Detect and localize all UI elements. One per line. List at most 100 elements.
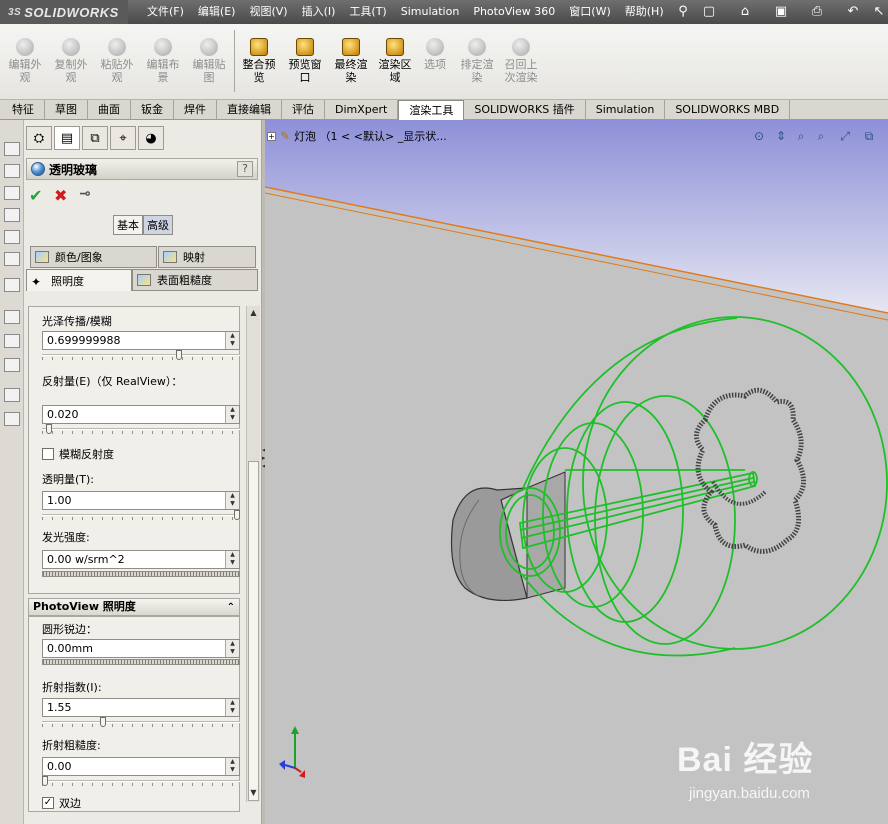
tab-features[interactable]: 特征 [2, 100, 45, 120]
menu-simulation[interactable]: Simulation [394, 0, 467, 24]
tab-color-image[interactable]: 颜色/图象 [30, 246, 157, 268]
emission-slider[interactable] [42, 571, 240, 577]
section-view-icon[interactable]: ⤢ [837, 128, 853, 144]
menu-photoview[interactable]: PhotoView 360 [466, 0, 562, 24]
fillet-icon[interactable] [4, 252, 20, 266]
tab-illumination[interactable]: ✦ 照明度 [26, 269, 132, 291]
emission-spinner[interactable]: ▲ ▼ [225, 551, 239, 568]
reflectance-slider[interactable] [42, 424, 240, 434]
gloss-slider[interactable] [42, 350, 240, 360]
edit-decal-button[interactable]: 编辑贴图 [188, 34, 230, 84]
expand-tree-icon[interactable]: + [267, 131, 276, 141]
scrollbar-thumb[interactable] [248, 461, 259, 801]
menu-file[interactable]: 文件(F) [140, 0, 191, 24]
menu-view[interactable]: 视图(V) [242, 0, 294, 24]
options-button[interactable]: 选项 [414, 34, 456, 71]
transparency-slider-knob[interactable] [234, 510, 240, 520]
select-icon[interactable]: ↖ [870, 3, 888, 21]
refraction-index-spinner[interactable]: ▲ ▼ [225, 699, 239, 716]
sweep-icon[interactable] [4, 186, 20, 200]
display-manager-tab-icon[interactable]: ◕ [138, 126, 164, 150]
view-front-icon[interactable]: ⊙ [751, 128, 767, 144]
gloss-spinner[interactable]: ▲ ▼ [225, 332, 239, 349]
refraction-index-slider[interactable] [42, 717, 240, 727]
new-document-icon[interactable]: ▢ [700, 3, 718, 21]
loft-icon[interactable] [4, 208, 20, 222]
smart-dimension-icon[interactable] [4, 334, 20, 348]
reflectance-spinner[interactable]: ▲ ▼ [225, 406, 239, 423]
reflectance-slider-knob[interactable] [46, 424, 52, 434]
integrated-preview-button[interactable]: 整合预览 [238, 34, 280, 84]
tab-direct-editing[interactable]: 直接编辑 [217, 100, 282, 120]
edit-appearance-button[interactable]: 编辑外观 [4, 34, 46, 84]
zoom-to-fit-icon[interactable]: ⌕ [793, 128, 809, 144]
refraction-roughness-spinner[interactable]: ▲ ▼ [225, 758, 239, 775]
menu-edit[interactable]: 编辑(E) [191, 0, 243, 24]
scroll-down-icon[interactable]: ▼ [248, 788, 259, 800]
curves-icon[interactable] [4, 388, 20, 402]
tab-render-tools[interactable]: 渲染工具 [398, 100, 465, 120]
blurry-reflection-checkbox[interactable]: 模糊反射度 [42, 446, 114, 462]
double-sided-check[interactable]: ✓ [42, 797, 54, 809]
gloss-input[interactable]: 0.699999988 ▲ ▼ [42, 331, 240, 350]
blurry-reflection-check[interactable] [42, 448, 54, 460]
collapse-icon[interactable]: ⌃ [227, 600, 235, 616]
round-edges-slider[interactable] [42, 659, 240, 665]
refraction-index-input[interactable]: 1.55 ▲ ▼ [42, 698, 240, 717]
refraction-roughness-input[interactable]: 0.00 ▲ ▼ [42, 757, 240, 776]
ok-button[interactable]: ✔ [29, 186, 42, 205]
pattern-icon[interactable] [4, 278, 20, 292]
paste-appearance-button[interactable]: 粘贴外观 [96, 34, 138, 84]
tab-mapping[interactable]: 映射 [158, 246, 256, 268]
dimxpert-manager-tab-icon[interactable]: ⌖ [110, 126, 136, 150]
emission-input[interactable]: 0.00 w/srm^2 ▲ ▼ [42, 550, 240, 569]
feature-manager-tab-icon[interactable]: ⛭ [26, 126, 52, 150]
flyout-feature-tree[interactable]: + ✎ 灯泡 （1 < <默认> _显示状... [267, 128, 447, 144]
gloss-slider-knob[interactable] [176, 350, 182, 360]
property-manager-tab-icon[interactable]: ▤ [54, 126, 80, 150]
tab-sheet-metal[interactable]: 钣金 [131, 100, 174, 120]
zoom-area-icon[interactable]: ⌕ [813, 128, 829, 144]
tab-evaluate[interactable]: 评估 [282, 100, 325, 120]
menu-window[interactable]: 窗口(W) [562, 0, 617, 24]
schedule-render-button[interactable]: 排定渲染 [456, 34, 498, 84]
extrude-icon[interactable] [4, 142, 20, 156]
tab-simulation[interactable]: Simulation [586, 100, 666, 120]
advanced-mode-button[interactable]: 高级 [143, 215, 173, 235]
sketch-icon[interactable] [4, 310, 20, 324]
final-render-button[interactable]: 最终渲染 [330, 34, 372, 84]
undo-icon[interactable]: ↶ [844, 3, 862, 21]
double-sided-checkbox[interactable]: ✓ 双边 [42, 795, 81, 811]
open-icon[interactable]: ⌂ [736, 3, 754, 21]
rotate-view-icon[interactable]: ⇕ [773, 128, 789, 144]
copy-appearance-button[interactable]: 复制外观 [50, 34, 92, 84]
reflectance-input[interactable]: 0.020 ▲ ▼ [42, 405, 240, 424]
tab-mbd[interactable]: SOLIDWORKS MBD [665, 100, 791, 120]
pushpin-button[interactable]: ⊸ [79, 186, 91, 202]
print-icon[interactable]: ⎙ [808, 3, 826, 21]
render-region-button[interactable]: 渲染区域 [374, 34, 416, 84]
photoview-illumination-header[interactable]: PhotoView 照明度 ⌃ [28, 598, 240, 616]
transparency-spinner[interactable]: ▲ ▼ [225, 492, 239, 509]
round-edges-spinner[interactable]: ▲ ▼ [225, 640, 239, 657]
tab-weldments[interactable]: 焊件 [174, 100, 217, 120]
refraction-roughness-slider[interactable] [42, 776, 240, 786]
recall-last-render-button[interactable]: 召回上次渲染 [500, 34, 542, 84]
instant3d-icon[interactable] [4, 412, 20, 426]
basic-mode-button[interactable]: 基本 [113, 215, 143, 235]
solidworks-logo[interactable]: 3S SOLIDWORKS [0, 0, 128, 24]
save-icon[interactable]: ▣ [772, 3, 790, 21]
configuration-manager-tab-icon[interactable]: ⧉ [82, 126, 108, 150]
view-orientation-icon[interactable]: ⧉ [861, 128, 877, 144]
reference-geometry-icon[interactable] [4, 358, 20, 372]
scroll-up-icon[interactable]: ▲ [248, 308, 259, 320]
refraction-roughness-slider-knob[interactable] [42, 776, 48, 786]
transparency-input[interactable]: 1.00 ▲ ▼ [42, 491, 240, 510]
help-button[interactable]: ? [237, 161, 253, 177]
pushpin-icon[interactable]: ⚲ [674, 3, 692, 21]
tab-surfaces[interactable]: 曲面 [88, 100, 131, 120]
transparency-slider[interactable] [42, 510, 240, 520]
refraction-slider-knob[interactable] [100, 717, 106, 727]
tab-sketch[interactable]: 草图 [45, 100, 88, 120]
property-manager-scrollbar[interactable]: ▲ ▼ [246, 306, 260, 802]
